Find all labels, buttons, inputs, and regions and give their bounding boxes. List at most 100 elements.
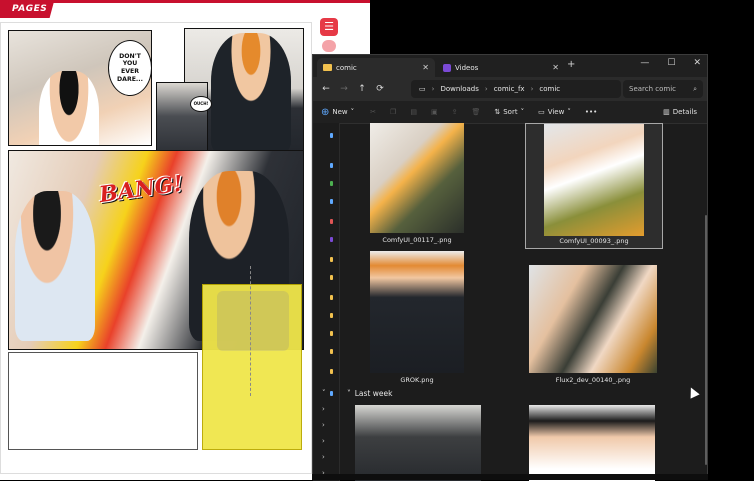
this-pc-icon[interactable] — [330, 391, 333, 396]
chevron-right-icon: › — [484, 85, 488, 93]
desktop-icon[interactable] — [330, 163, 333, 168]
search-placeholder: Search comic — [629, 85, 677, 93]
pictures-icon[interactable] — [330, 219, 333, 224]
rename-icon[interactable]: ▣ — [431, 108, 438, 116]
navigation-bar: ← → ↑ ⟳ ▭ › Downloads › comic_fx › comic… — [313, 77, 707, 101]
chevron-down-icon: ˅ — [347, 389, 351, 398]
woman-figure-image — [39, 71, 99, 145]
folder-icon[interactable] — [330, 275, 333, 280]
soldier-figure-image — [211, 33, 291, 153]
cut-icon[interactable]: ✂ — [370, 108, 376, 116]
navigation-pane: ˅ › › › › › — [313, 123, 340, 481]
breadcrumb-comic-fx[interactable]: comic_fx — [494, 85, 525, 93]
file-item[interactable] — [355, 405, 481, 481]
new-label: New — [332, 108, 348, 116]
monitor-icon: ▭ — [419, 85, 426, 93]
pages-tab[interactable]: PAGES — [0, 0, 55, 18]
file-name: GROK.png — [400, 376, 434, 384]
thumbnail-image — [370, 251, 464, 373]
downloads-icon[interactable] — [330, 181, 333, 186]
thumbnail-image — [529, 405, 655, 481]
window-controls: — ☐ ✕ — [640, 58, 701, 68]
file-name: ComfyUI_00117_.png — [382, 236, 452, 244]
comic-panel-empty[interactable] — [8, 352, 198, 450]
folder-icon — [323, 64, 332, 71]
tab-videos[interactable]: Videos ✕ — [437, 58, 565, 77]
folder-icon[interactable] — [330, 369, 333, 374]
taskbar-edge — [312, 474, 708, 480]
videos-icon[interactable] — [330, 237, 333, 242]
chevron-right-icon[interactable]: › — [322, 437, 325, 445]
pages-tab-label: PAGES — [12, 4, 48, 14]
selection-guide — [250, 266, 255, 396]
thumbnail-image — [370, 123, 464, 233]
sort-button[interactable]: ⇅ Sort ˅ — [494, 108, 524, 116]
sort-label: Sort — [503, 108, 518, 116]
file-item[interactable]: GROK.png — [369, 251, 465, 385]
view-button[interactable]: ▭ View ˅ — [538, 108, 571, 116]
small-speech-bubble[interactable]: OUCH! — [190, 96, 212, 112]
refresh-icon[interactable]: ⟳ — [371, 84, 389, 94]
videos-icon — [443, 63, 451, 72]
search-icon: ⌕ — [693, 84, 697, 93]
documents-icon[interactable] — [330, 199, 333, 204]
search-input[interactable]: Search comic ⌕ — [623, 80, 703, 98]
top-accent-bar — [52, 0, 370, 3]
copy-icon[interactable]: ❐ — [390, 108, 396, 116]
group-header-last-week[interactable]: ˅ Last week — [347, 389, 392, 398]
tab-label: Videos — [455, 63, 479, 72]
file-grid: ComfyUI_00117_.png ComfyUI_00093_.png GR… — [341, 123, 701, 481]
thumbnail-image — [355, 405, 481, 481]
comic-panel-inset[interactable] — [156, 82, 208, 158]
close-tab-icon[interactable]: ✕ — [422, 63, 429, 72]
tab-bar: comic ✕ Videos ✕ + — ☐ ✕ — [313, 55, 707, 77]
view-label: View — [547, 108, 565, 116]
secondary-tool-icon[interactable] — [322, 40, 336, 52]
folder-icon[interactable] — [330, 257, 333, 262]
forward-arrow-icon[interactable]: → — [335, 84, 353, 94]
plus-icon: ⊕ — [321, 106, 330, 118]
up-arrow-icon[interactable]: ↑ — [353, 84, 371, 94]
details-icon: ▥ — [663, 108, 670, 116]
file-name: ComfyUI_00093_.png — [559, 237, 629, 245]
share-icon[interactable]: ⇪ — [452, 108, 458, 116]
chevron-down-icon[interactable]: ˅ — [322, 389, 326, 397]
breadcrumb-downloads[interactable]: Downloads — [440, 85, 478, 93]
file-name: Flux2_dev_00140_.png — [555, 376, 631, 384]
file-item[interactable] — [529, 405, 655, 481]
tab-label: comic — [336, 63, 357, 72]
close-icon[interactable]: ✕ — [693, 58, 701, 68]
sort-icon: ⇅ — [494, 108, 501, 116]
tab-comic[interactable]: comic ✕ — [317, 58, 435, 77]
menu-icon[interactable]: ☰ — [320, 18, 338, 36]
maximize-icon[interactable]: ☐ — [667, 58, 675, 68]
file-item[interactable]: ComfyUI_00117_.png — [369, 123, 465, 247]
folder-icon[interactable] — [330, 313, 333, 318]
folder-icon[interactable] — [330, 331, 333, 336]
details-button[interactable]: ▥ Details — [663, 108, 697, 116]
close-tab-icon[interactable]: ✕ — [552, 63, 559, 72]
group-label: Last week — [354, 389, 393, 398]
new-button[interactable]: ⊕ New ˅ — [321, 107, 354, 118]
address-bar[interactable]: ▭ › Downloads › comic_fx › comic — [411, 80, 621, 98]
back-arrow-icon[interactable]: ← — [317, 84, 335, 94]
vertical-scrollbar[interactable] — [705, 215, 707, 465]
speech-bubble[interactable]: DON'T YOU EVER DARE... — [108, 40, 152, 96]
chevron-right-icon[interactable]: › — [322, 453, 325, 461]
minimize-icon[interactable]: — — [640, 58, 649, 68]
chevron-right-icon[interactable]: › — [322, 405, 325, 413]
delete-icon[interactable]: 🗑 — [471, 108, 480, 116]
more-options-button[interactable]: ••• — [585, 108, 597, 116]
quick-access-icon[interactable] — [330, 133, 333, 138]
chevron-right-icon: › — [530, 85, 534, 93]
woman-aiming-image — [15, 191, 95, 341]
file-item-selected[interactable]: ComfyUI_00093_.png — [525, 123, 663, 249]
folder-icon[interactable] — [330, 295, 333, 300]
file-item[interactable]: Flux2_dev_00140_.png — [527, 265, 659, 385]
breadcrumb-comic[interactable]: comic — [539, 85, 560, 93]
folder-icon[interactable] — [330, 349, 333, 354]
chevron-right-icon[interactable]: › — [322, 421, 325, 429]
thumbnail-image — [529, 265, 657, 373]
new-tab-button[interactable]: + — [567, 59, 575, 70]
paste-icon[interactable]: ▤ — [410, 108, 417, 116]
